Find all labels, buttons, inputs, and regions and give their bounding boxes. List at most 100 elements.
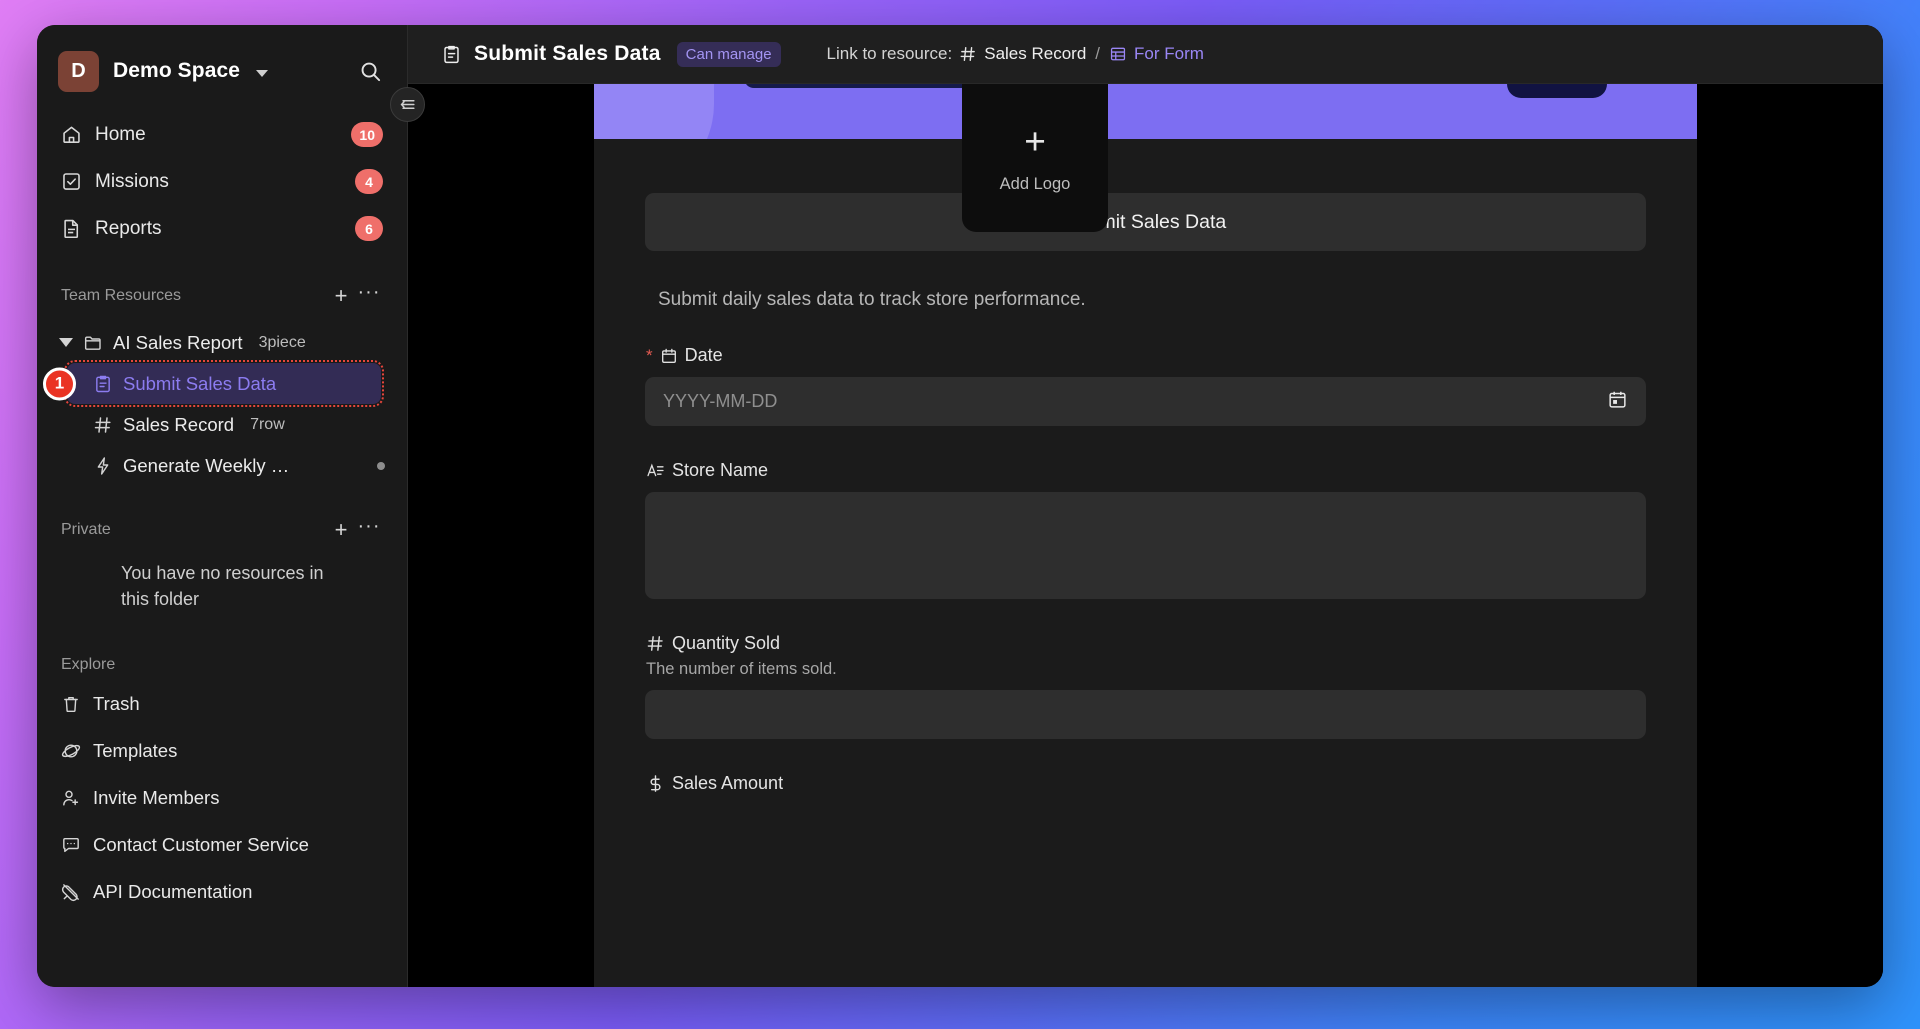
sidebar-badge-reports: 6: [355, 216, 383, 241]
sidebar-item-contact-customer-service[interactable]: Contact Customer Service: [37, 821, 407, 868]
status-dot-icon: [377, 461, 385, 470]
trash-icon: [61, 694, 81, 714]
field-help-text: The number of items sold.: [646, 660, 837, 678]
sidebar-badge-home: 10: [351, 122, 383, 147]
sidebar-item-label: Home: [95, 123, 146, 145]
sidebar-item-api-documentation[interactable]: API Documentation: [37, 868, 407, 915]
sidebar-item-label: Reports: [95, 217, 162, 239]
workspace-header[interactable]: D Demo Space: [37, 35, 407, 97]
field-label-text: Store Name: [672, 460, 769, 480]
sidebar: D Demo Space Home 10 Missions 4 Reports …: [37, 25, 425, 987]
workspace-avatar: D: [58, 50, 99, 92]
tree-folder-label: AI Sales Report: [113, 331, 243, 353]
folder-icon: [83, 333, 103, 353]
chevron-down-icon[interactable]: [256, 69, 269, 77]
link-to-resource-label: Link to resource:: [826, 44, 953, 63]
calendar-icon: [660, 347, 678, 365]
add-logo-button[interactable]: + Add Logo: [962, 84, 1108, 232]
tree-item-label: Sales Record: [123, 413, 235, 435]
bolt-icon: [93, 456, 113, 476]
store-name-input[interactable]: [645, 492, 1646, 599]
field-store-name: Store Name: [645, 460, 1646, 599]
tree-item-sales-record[interactable]: Sales Record 7row: [37, 404, 407, 445]
tree-folder-count: 3piece: [258, 333, 306, 351]
date-input-placeholder: YYYY-MM-DD: [663, 391, 778, 411]
sidebar-item-label: Trash: [93, 692, 140, 714]
field-sales-amount: Sales Amount: [645, 773, 1646, 794]
triangle-down-icon[interactable]: [59, 338, 73, 347]
link-to-resource: Link to resource: Sales Record / For For…: [827, 44, 1204, 64]
sidebar-item-templates[interactable]: Templates: [37, 727, 407, 774]
primary-nav: Home 10 Missions 4 Reports 6: [37, 111, 407, 252]
hash-icon: [959, 45, 977, 63]
private-empty-message: You have no resources in this folder: [121, 563, 324, 610]
text-lines-icon: [646, 461, 665, 480]
plus-icon: +: [1024, 120, 1046, 162]
sidebar-item-trash[interactable]: Trash: [37, 680, 407, 727]
banner-shape-dark-2: [1507, 84, 1607, 98]
tree-item-label: Submit Sales Data: [123, 372, 277, 394]
chat-icon: [61, 835, 81, 855]
collapse-sidebar-icon[interactable]: [390, 87, 425, 122]
private-title: Private: [61, 521, 111, 538]
form-canvas: + Add Logo Submit Sales Data Submit dail…: [594, 84, 1697, 987]
field-quantity-sold: Quantity Sold The number of items sold.: [645, 633, 1646, 739]
user-plus-icon: [61, 788, 81, 808]
explore-title: Explore: [61, 656, 116, 674]
planet-icon: [61, 741, 81, 761]
field-label-text: Date: [684, 345, 723, 365]
form-icon: [93, 374, 113, 394]
field-label-row: * Date: [646, 345, 1646, 366]
date-input[interactable]: YYYY-MM-DD: [645, 377, 1646, 426]
field-label-row: Quantity Sold: [646, 633, 1646, 654]
form-description[interactable]: Submit daily sales data to track store p…: [658, 289, 1646, 311]
linked-resource-name[interactable]: Sales Record: [984, 44, 1086, 64]
team-resources-more-button[interactable]: ···: [355, 282, 383, 310]
document-icon: [61, 218, 82, 239]
plug-icon: [61, 882, 81, 902]
sidebar-item-label: API Documentation: [93, 880, 253, 902]
add-private-resource-button[interactable]: +: [327, 516, 355, 544]
add-team-resource-button[interactable]: +: [327, 282, 355, 310]
field-label-text: Quantity Sold: [672, 633, 781, 653]
linked-view-name[interactable]: For Form: [1134, 44, 1204, 64]
form-scroll-area[interactable]: + Add Logo Submit Sales Data Submit dail…: [408, 84, 1883, 987]
calendar-picker-icon[interactable]: [1607, 389, 1628, 415]
field-label-text: Sales Amount: [672, 773, 784, 793]
private-more-button[interactable]: ···: [355, 516, 383, 544]
top-bar: Submit Sales Data Can manage Link to res…: [408, 25, 1883, 84]
tree-item-submit-sales-data[interactable]: 1 Submit Sales Data: [43, 360, 384, 407]
hash-icon: [93, 415, 113, 435]
sidebar-item-invite-members[interactable]: Invite Members: [37, 774, 407, 821]
field-label-row: Sales Amount: [646, 773, 1646, 794]
sidebar-item-label: Templates: [93, 739, 178, 761]
team-resources-title: Team Resources: [61, 287, 182, 304]
sidebar-item-label: Contact Customer Service: [93, 833, 309, 855]
form-banner[interactable]: [594, 84, 1697, 139]
tree-item-generate-weekly[interactable]: Generate Weekly …: [37, 445, 407, 486]
step-marker-1: 1: [43, 367, 76, 400]
form-title-input[interactable]: Submit Sales Data: [645, 193, 1646, 251]
page-title: Submit Sales Data: [474, 42, 661, 65]
banner-shape-left: [594, 84, 714, 139]
private-section-header: Private + ···: [37, 510, 407, 550]
hash-icon: [646, 634, 665, 653]
sidebar-item-label: Missions: [95, 170, 169, 192]
quantity-sold-input[interactable]: [645, 690, 1646, 739]
sidebar-item-missions[interactable]: Missions 4: [37, 158, 407, 205]
home-icon: [61, 124, 82, 145]
permission-badge[interactable]: Can manage: [676, 41, 781, 67]
sidebar-item-reports[interactable]: Reports 6: [37, 205, 407, 252]
tree-item-count: 7row: [250, 415, 285, 433]
tree-item-label: Generate Weekly …: [123, 454, 290, 476]
resource-tree: AI Sales Report 3piece 1 Submit Sales Da…: [37, 322, 407, 486]
search-icon[interactable]: [357, 58, 383, 84]
team-resources-section-header: Team Resources + ···: [37, 276, 407, 316]
main-area: Submit Sales Data Can manage Link to res…: [408, 25, 1883, 987]
field-date: * Date YYYY-MM-DD: [645, 345, 1646, 426]
tree-folder-ai-sales-report[interactable]: AI Sales Report 3piece: [37, 322, 407, 363]
sidebar-item-home[interactable]: Home 10: [37, 111, 407, 158]
breadcrumb-separator: /: [1095, 44, 1101, 63]
sidebar-item-label: Invite Members: [93, 786, 220, 808]
table-icon: [1109, 45, 1127, 63]
